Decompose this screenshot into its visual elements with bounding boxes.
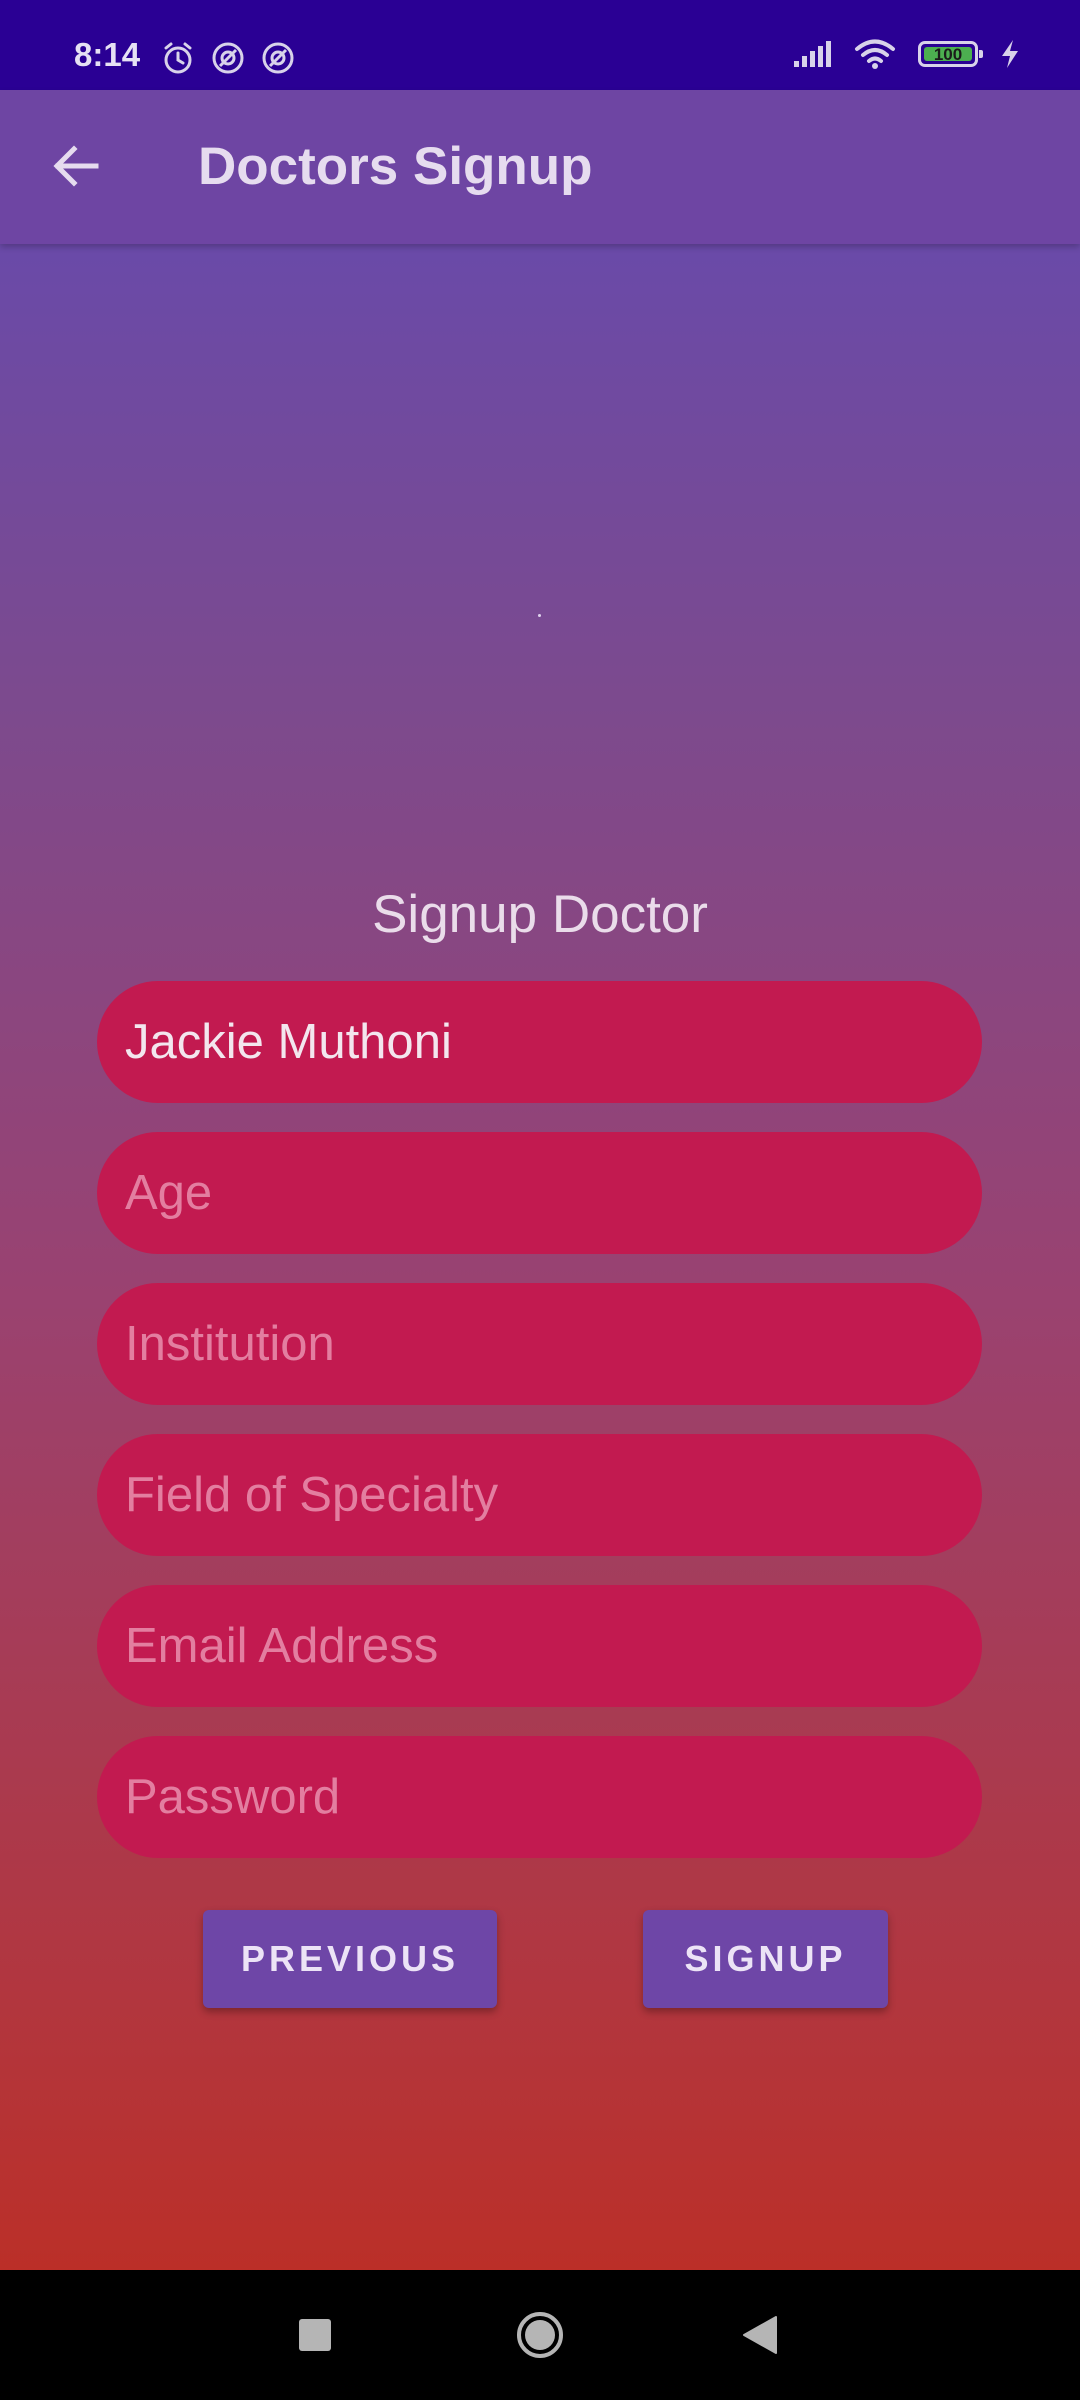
password-field-placeholder: Password [125,1770,341,1824]
signal-icon [794,41,831,67]
charging-icon [1002,40,1018,68]
form-title: Signup Doctor [372,885,708,944]
password-field[interactable]: Password [97,1736,982,1858]
home-circle-icon [517,2312,563,2358]
battery-level: 100 [933,44,963,64]
page-title: Doctors Signup [198,137,593,196]
institution-field-placeholder: Institution [125,1317,335,1371]
signup-button[interactable]: SIGNUP [643,1910,888,2008]
specialty-field-placeholder: Field of Specialty [125,1468,499,1522]
age-field-placeholder: Age [125,1166,213,1220]
status-bar: 8:14 100 [0,0,1080,90]
recents-button[interactable] [270,2270,360,2400]
recents-square-icon [299,2319,331,2351]
status-icons-left [160,40,296,76]
name-field[interactable]: Jackie Muthoni [97,981,982,1103]
previous-button[interactable]: PREVIOUS [203,1910,497,2008]
system-back-button[interactable] [715,2270,805,2400]
email-field[interactable]: Email Address [97,1585,982,1707]
home-button[interactable] [495,2270,585,2400]
specialty-field[interactable]: Field of Specialty [97,1434,982,1556]
notification-icon [262,42,294,74]
app-bar: Doctors Signup [0,90,1080,244]
name-field-value: Jackie Muthoni [125,1015,452,1069]
institution-field[interactable]: Institution [97,1283,982,1405]
age-field[interactable]: Age [97,1132,982,1254]
navigation-bar [0,2270,1080,2400]
wifi-icon [855,39,895,69]
loading-indicator [538,614,541,617]
status-icons-right: 100 [792,38,1020,70]
previous-button-label: PREVIOUS [240,1938,460,1979]
back-button[interactable] [34,124,118,208]
signup-button-label: SIGNUP [684,1938,847,1979]
alarm-icon [164,42,192,74]
status-time: 8:14 [74,36,141,73]
battery-icon: 100 [918,41,983,67]
email-field-placeholder: Email Address [125,1619,439,1673]
notification-icon [212,42,244,74]
back-triangle-icon [743,2316,777,2354]
arrow-back-icon [53,145,99,187]
